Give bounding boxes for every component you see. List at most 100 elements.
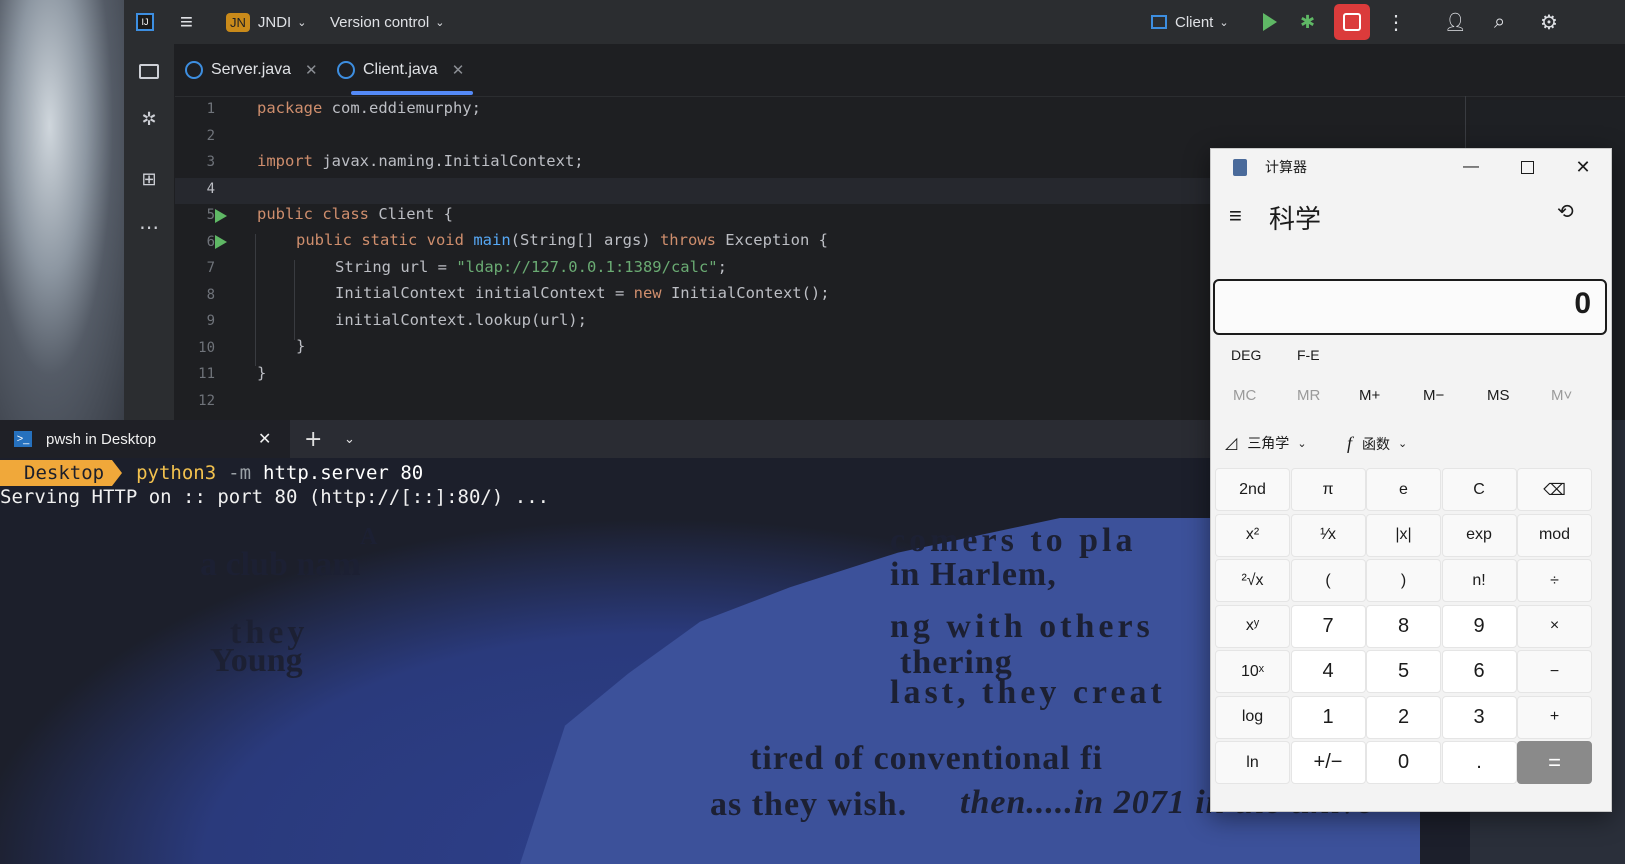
trigonometry-dropdown[interactable]: ◿ 三角学 ⌄ [1225, 433, 1307, 453]
digit-4-button[interactable]: 4 [1290, 650, 1366, 693]
close-button[interactable]: ✕ [1555, 149, 1611, 185]
digit-5-button[interactable]: 5 [1366, 650, 1441, 693]
tab-label: Server.java [211, 61, 292, 78]
digit-3-button[interactable]: 3 [1441, 695, 1517, 739]
run-config-selector[interactable]: Client ⌄ [1151, 0, 1229, 44]
run-gutter-icon[interactable] [215, 209, 227, 223]
wallpaper-text: ng with others [890, 608, 1154, 645]
project-folder-icon[interactable] [136, 58, 162, 84]
backspace-button[interactable]: ⌫ [1517, 468, 1592, 511]
square-button[interactable]: x² [1215, 513, 1290, 557]
digit-7-button[interactable]: 7 [1290, 604, 1366, 648]
chevron-down-icon[interactable]: ⌄ [344, 420, 355, 458]
mod-button[interactable]: mod [1517, 513, 1592, 557]
memory-list-button[interactable]: M˅ [1551, 387, 1572, 404]
digit-9-button[interactable]: 9 [1441, 604, 1517, 648]
chevron-down-icon: ⌄ [1297, 437, 1307, 450]
vcs-menu[interactable]: Version control ⌄ [330, 0, 444, 44]
digit-0-button[interactable]: 0 [1366, 741, 1441, 784]
project-selector[interactable]: JN JNDI ⌄ [226, 0, 306, 44]
maximize-button[interactable] [1499, 149, 1555, 185]
decimal-button[interactable]: . [1441, 741, 1517, 784]
ide-logo-icon[interactable]: IJ [136, 0, 154, 44]
new-tab-icon[interactable]: + [304, 420, 322, 458]
memory-recall-button[interactable]: MR [1297, 387, 1320, 404]
multiply-button[interactable]: × [1517, 604, 1592, 648]
pi-button[interactable]: π [1290, 468, 1366, 511]
log-button[interactable]: log [1215, 695, 1290, 739]
memory-add-button[interactable]: M+ [1359, 387, 1380, 404]
subtract-button[interactable]: − [1517, 650, 1592, 693]
close-tab-icon[interactable]: ✕ [258, 429, 271, 449]
structure-icon[interactable]: ⊞ [136, 166, 162, 192]
powershell-icon: >_ [14, 431, 32, 447]
search-icon[interactable]: ⌕ [1494, 0, 1505, 44]
negate-button[interactable]: +/− [1290, 741, 1366, 784]
code-line: String url = "ldap://127.0.0.1:1389/calc… [335, 258, 727, 276]
add-button[interactable]: + [1517, 695, 1592, 739]
ten-power-button[interactable]: 10ˣ [1215, 650, 1290, 693]
stop-button[interactable] [1334, 0, 1370, 44]
fe-toggle[interactable]: F-E [1297, 347, 1320, 363]
maximize-icon [1520, 160, 1534, 174]
settings-gear-icon[interactable]: ⚙ [1540, 0, 1558, 44]
command-args: http.server 80 [263, 462, 424, 484]
minimize-button[interactable]: — [1443, 149, 1499, 185]
command-name: python3 [136, 462, 217, 484]
history-icon[interactable]: ⟲ [1557, 199, 1574, 224]
terminal-tab-pwsh[interactable]: >_ pwsh in Desktop ✕ [0, 420, 290, 458]
main-menu-icon[interactable]: ≡ [180, 0, 193, 44]
ln-button[interactable]: ln [1215, 741, 1290, 784]
open-paren-button[interactable]: ( [1290, 559, 1366, 602]
digit-8-button[interactable]: 8 [1366, 604, 1441, 648]
run-button[interactable] [1263, 0, 1277, 44]
memory-clear-button[interactable]: MC [1233, 387, 1256, 404]
close-tab-icon[interactable]: ✕ [305, 61, 318, 79]
digit-1-button[interactable]: 1 [1290, 695, 1366, 739]
more-tools-icon[interactable]: ⋯ [136, 214, 162, 240]
indent-guide [294, 260, 295, 340]
line-number: 5 [206, 207, 215, 223]
reciprocal-button[interactable]: ¹⁄x [1290, 513, 1366, 557]
function-dropdown[interactable]: f 函数 ⌄ [1347, 433, 1407, 454]
project-name: JNDI [257, 13, 292, 31]
more-options-icon[interactable]: ⋮ [1386, 0, 1406, 44]
indent-guide [255, 234, 256, 366]
command-flag: -m [228, 462, 252, 484]
close-tab-icon[interactable]: ✕ [452, 61, 465, 79]
memory-subtract-button[interactable]: M− [1423, 387, 1444, 404]
java-class-icon [185, 61, 203, 79]
line-number: 11 [198, 366, 215, 382]
memory-store-button[interactable]: MS [1487, 387, 1510, 404]
factorial-button[interactable]: n! [1441, 559, 1517, 602]
add-user-icon[interactable]: 👤︎ [1444, 0, 1467, 44]
active-tab-underline [351, 91, 473, 95]
tab-client-java[interactable]: Client.java ✕ [337, 44, 464, 96]
angle-unit-toggle[interactable]: DEG [1231, 347, 1261, 363]
code-line: initialContext.lookup(url); [335, 311, 587, 329]
wallpaper-text: A [360, 524, 382, 550]
run-gutter-icon[interactable] [215, 235, 227, 249]
second-function-button[interactable]: 2nd [1215, 468, 1290, 511]
prompt-directory-badge: Desktop [0, 460, 113, 486]
line-number: 3 [206, 154, 215, 170]
power-button[interactable]: xʸ [1215, 604, 1290, 648]
hamburger-menu-icon[interactable]: ≡ [1229, 203, 1242, 229]
square-root-button[interactable]: ²√x [1215, 559, 1290, 602]
debug-button[interactable]: ✱ [1300, 0, 1315, 44]
equals-button[interactable]: = [1517, 741, 1592, 784]
digit-2-button[interactable]: 2 [1366, 695, 1441, 739]
code-line: public class Client { [257, 205, 453, 223]
ai-assistant-icon[interactable]: ✲ [136, 106, 162, 132]
close-paren-button[interactable]: ) [1366, 559, 1441, 602]
triangle-icon: ◿ [1225, 435, 1238, 452]
line-number: 7 [206, 260, 215, 276]
divide-button[interactable]: ÷ [1517, 559, 1592, 602]
digit-6-button[interactable]: 6 [1441, 650, 1517, 693]
euler-e-button[interactable]: e [1366, 468, 1441, 511]
wallpaper-text: tired of conventional fi [750, 740, 1103, 777]
exp-button[interactable]: exp [1441, 513, 1517, 557]
absolute-button[interactable]: |x| [1366, 513, 1441, 557]
clear-button[interactable]: C [1441, 468, 1517, 511]
tab-server-java[interactable]: Server.java ✕ [185, 44, 318, 96]
